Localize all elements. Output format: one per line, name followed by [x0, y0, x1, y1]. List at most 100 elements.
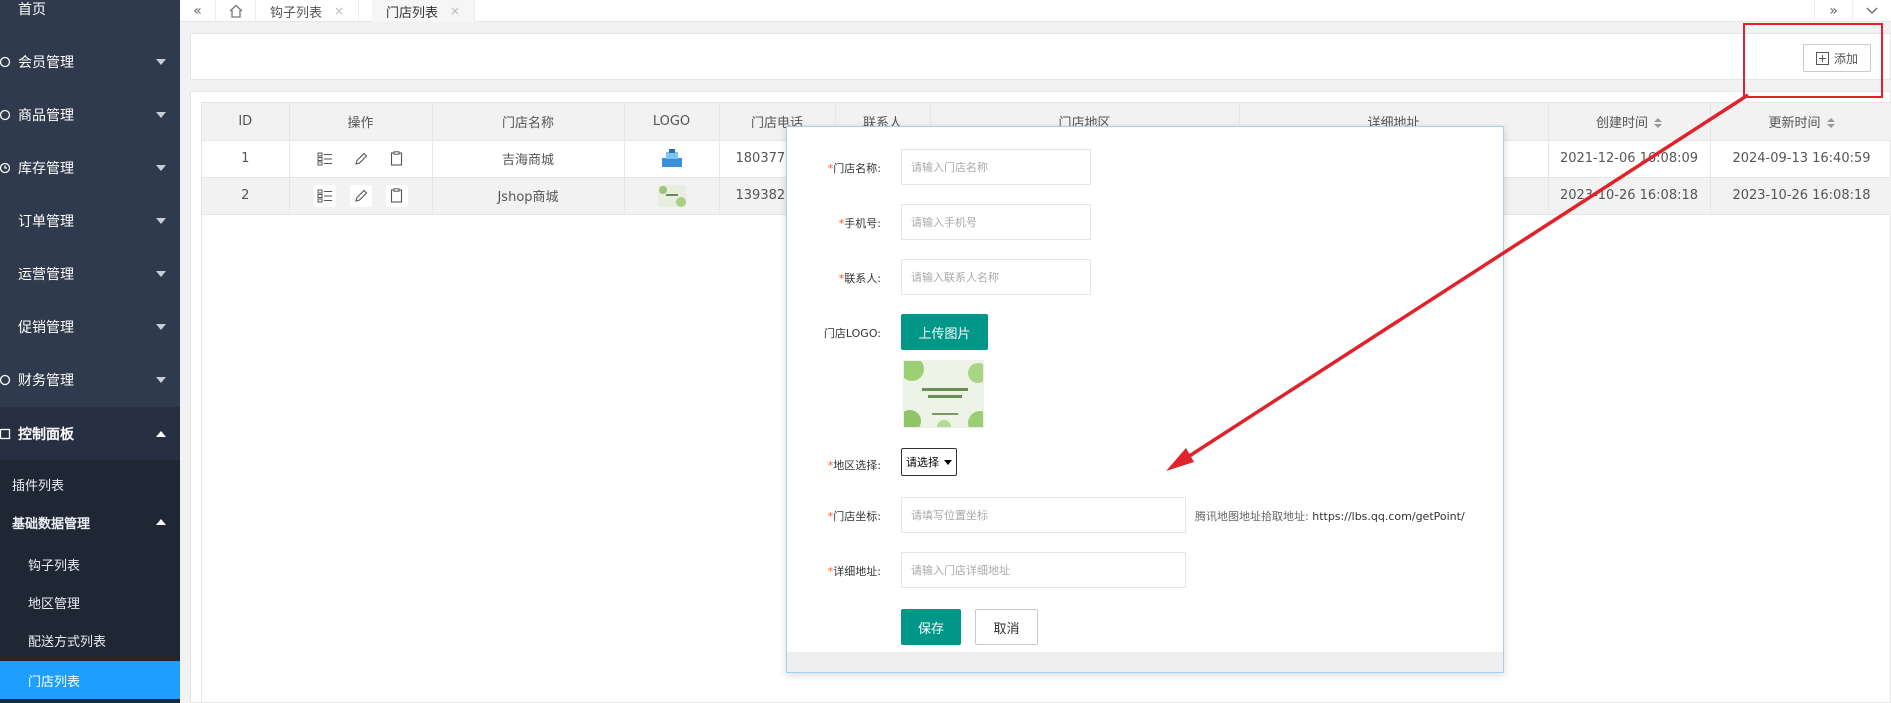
cell-updated: 2023-10-26 16:08:18 — [1710, 177, 1891, 215]
coordinate-input[interactable] — [901, 497, 1186, 533]
sidebar-item-home[interactable]: 首页 — [0, 0, 180, 35]
submenu-item-basic-data[interactable]: 基础数据管理 — [0, 503, 180, 541]
submenu-item-label: 配送方式列表 — [28, 634, 107, 650]
region-select-value: 请选择 — [906, 456, 939, 469]
sidebar-item-orders[interactable]: 订单管理 — [0, 194, 180, 247]
sidebar-item-operations[interactable]: 运营管理 — [0, 247, 180, 300]
sidebar-item-label: 财务管理 — [18, 372, 74, 389]
submenu-item-plugins[interactable]: 插件列表 — [0, 465, 180, 503]
tabs-scroll-left-button[interactable]: « — [180, 0, 216, 22]
tab-label: 门店列表 — [386, 5, 439, 21]
store-logo-image[interactable] — [657, 184, 686, 207]
chevron-down-icon — [156, 111, 166, 118]
sidebar-item-inventory[interactable]: 库存管理 — [0, 141, 180, 194]
control-panel-submenu: 插件列表 基础数据管理 钩子列表 地区管理 配送方式列表 门店列表 — [0, 460, 180, 703]
sort-icon[interactable] — [1826, 118, 1835, 129]
cell-name: Jshop商城 — [432, 177, 625, 215]
submenu-item-hooks[interactable]: 钩子列表 — [0, 545, 180, 583]
column-header-label: 更新时间 — [1768, 115, 1821, 131]
detail-button[interactable] — [313, 184, 336, 207]
tabs-scroll-right-button[interactable]: » — [1814, 0, 1852, 22]
double-chevron-left-icon: « — [193, 3, 202, 19]
sidebar-item-promotion[interactable]: 促销管理 — [0, 300, 180, 353]
cell-actions — [289, 177, 433, 215]
chevron-down-icon — [156, 323, 166, 330]
close-icon[interactable]: × — [450, 4, 460, 18]
store-logo-image[interactable] — [658, 148, 686, 170]
pencil-icon — [354, 152, 367, 165]
sidebar-item-label: 订单管理 — [18, 213, 74, 230]
submenu-item-label: 地区管理 — [28, 596, 81, 612]
map-pick-link[interactable]: https://lbs.qq.com/getPoint/ — [1312, 510, 1464, 523]
sidebar-item-goods[interactable]: 商品管理 — [0, 88, 180, 141]
home-icon — [229, 4, 242, 18]
chevron-down-icon — [156, 58, 166, 65]
cell-id: 2 — [202, 177, 290, 215]
cancel-button[interactable]: 取消 — [975, 609, 1038, 645]
store-name-input[interactable] — [901, 149, 1091, 185]
list-icon — [317, 152, 332, 165]
delete-button[interactable] — [386, 148, 408, 170]
region-select[interactable]: 请选择 — [901, 448, 957, 476]
detail-button[interactable] — [314, 148, 336, 170]
edit-button[interactable] — [349, 184, 372, 207]
finance-icon — [0, 372, 14, 388]
cell-id: 1 — [202, 140, 290, 178]
column-header-updated[interactable]: 更新时间 — [1710, 103, 1891, 141]
column-header-name: 门店名称 — [432, 103, 625, 141]
logo-label: 门店LOGO: — [823, 327, 881, 340]
address-input[interactable] — [901, 552, 1186, 588]
list-icon — [317, 189, 332, 202]
sidebar-item-label: 商品管理 — [18, 107, 74, 124]
tab-hooks[interactable]: 钩子列表 × — [256, 0, 360, 22]
close-icon[interactable]: × — [334, 4, 344, 18]
sidebar: 首页 会员管理 商品管理 库存管理 订单管理 运营管理 促销管理 财务管理 控制… — [0, 0, 180, 703]
column-header-created[interactable]: 创建时间 — [1548, 103, 1711, 141]
sidebar-item-control-panel[interactable]: 控制面板 — [0, 407, 180, 460]
label-text: 门店名称: — [833, 162, 881, 175]
logo-preview-image — [903, 360, 984, 428]
sidebar-item-label: 促销管理 — [18, 319, 74, 336]
tab-stores[interactable]: 门店列表 × — [372, 0, 476, 22]
label-text: 地区选择: — [833, 459, 881, 472]
sidebar-item-members[interactable]: 会员管理 — [0, 35, 180, 88]
label-text: 详细地址: — [833, 565, 881, 578]
submenu-item-stores[interactable]: 门店列表 — [0, 661, 180, 699]
double-chevron-right-icon: » — [1829, 3, 1838, 19]
chevron-up-icon — [156, 519, 166, 525]
home-icon — [0, 1, 14, 17]
submenu-item-regions[interactable]: 地区管理 — [0, 583, 180, 621]
sidebar-item-label: 首页 — [18, 1, 46, 18]
submenu-item-label: 基础数据管理 — [12, 516, 91, 532]
column-header-id: ID — [202, 103, 290, 141]
delete-button[interactable] — [385, 184, 408, 207]
tabs-menu-button[interactable] — [1852, 0, 1891, 22]
tab-bar: « 钩子列表 × 门店列表 × » — [180, 0, 1891, 22]
upload-image-button[interactable]: 上传图片 — [901, 314, 988, 350]
column-header-actions: 操作 — [289, 103, 433, 141]
label-text: 门店坐标: — [833, 510, 881, 523]
toolbar-panel: 添加 — [190, 33, 1891, 80]
sidebar-item-finance[interactable]: 财务管理 — [0, 353, 180, 406]
mobile-input[interactable] — [901, 204, 1091, 240]
sidebar-item-label: 库存管理 — [18, 160, 74, 177]
cell-logo — [624, 140, 720, 178]
operation-icon — [0, 266, 14, 282]
cell-created: 2021-12-06 16:08:09 — [1548, 140, 1711, 178]
clock-icon — [0, 160, 14, 176]
chevron-down-icon — [156, 376, 166, 383]
clipboard-icon — [390, 151, 403, 166]
submenu-item-label: 插件列表 — [12, 478, 65, 494]
contact-input[interactable] — [901, 259, 1091, 295]
annotation-highlight-box — [1743, 23, 1883, 98]
pencil-icon — [354, 189, 367, 202]
sidebar-item-label: 控制面板 — [18, 426, 74, 443]
add-store-dialog: *门店名称: *手机号: *联系人: 门店LOGO: 上传图片 *地区选择: 请… — [786, 126, 1504, 673]
home-tab-button[interactable] — [216, 0, 256, 22]
submenu-item-shipping[interactable]: 配送方式列表 — [0, 621, 180, 659]
user-icon — [0, 54, 14, 70]
chevron-up-icon — [156, 430, 166, 437]
save-button[interactable]: 保存 — [901, 609, 961, 645]
sort-icon[interactable] — [1654, 118, 1662, 129]
edit-button[interactable] — [350, 148, 372, 170]
